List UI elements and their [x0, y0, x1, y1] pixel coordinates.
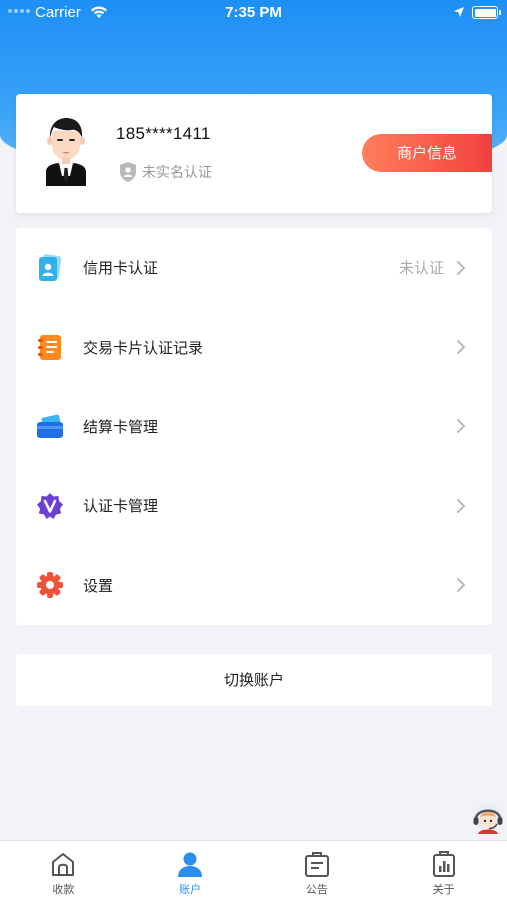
wallet-card-icon: [37, 415, 63, 439]
account-menu: 信用卡认证 未认证 交易卡片认证记录 结算卡管理 认证卡管理 设置: [16, 228, 492, 625]
avatar: [46, 118, 86, 186]
menu-item-card-records[interactable]: 交易卡片认证记录: [16, 307, 492, 386]
tab-account[interactable]: 账户: [127, 841, 254, 900]
tab-receive[interactable]: 收款: [0, 841, 127, 900]
chevron-right-icon: [457, 498, 466, 513]
phone-number: 185****1411: [116, 124, 211, 143]
menu-item-settings[interactable]: 设置: [16, 546, 492, 625]
tab-label: 关于: [432, 883, 455, 896]
tab-label: 公告: [305, 883, 328, 896]
menu-item-label: 结算卡管理: [83, 417, 159, 436]
tab-bar: 收款 账户 公告 关于: [0, 840, 507, 900]
battery-icon: [472, 6, 501, 19]
switch-account-button[interactable]: 切换账户: [16, 654, 492, 706]
tab-about[interactable]: 关于: [380, 841, 507, 900]
chevron-right-icon: [457, 419, 466, 434]
menu-item-label: 认证卡管理: [83, 497, 159, 516]
menu-item-credit-card-verify[interactable]: 信用卡认证 未认证: [16, 228, 492, 307]
notice-icon: [304, 852, 329, 877]
tab-notice[interactable]: 公告: [254, 841, 381, 900]
verified-v-badge-icon: [37, 492, 63, 519]
tab-label: 账户: [179, 883, 202, 896]
gear-icon: [37, 572, 63, 599]
menu-item-label: 信用卡认证: [83, 259, 159, 278]
customer-service-icon[interactable]: [470, 800, 506, 836]
menu-item-value: 未认证: [398, 259, 444, 278]
home-icon: [52, 853, 75, 876]
verification-status: 未实名认证: [118, 161, 212, 183]
chevron-right-icon: [457, 340, 466, 355]
merchant-info-button[interactable]: 商户信息: [362, 134, 492, 172]
profile-card: 185****1411 未实名认证 商户信息: [16, 94, 492, 213]
status-bar: Carrier 7:35 PM: [0, 0, 507, 28]
user-icon: [178, 852, 203, 877]
tab-label: 收款: [52, 883, 75, 896]
location-arrow-icon: [454, 7, 464, 17]
menu-item-label: 交易卡片认证记录: [83, 338, 204, 357]
about-chart-icon: [432, 851, 455, 877]
menu-item-settlement-card[interactable]: 结算卡管理: [16, 387, 492, 466]
menu-item-label: 设置: [83, 576, 114, 595]
clock: 7:35 PM: [225, 4, 282, 21]
chevron-right-icon: [457, 578, 466, 593]
verify-status-text: 未实名认证: [142, 165, 212, 181]
record-book-icon: [38, 335, 61, 361]
chevron-right-icon: [457, 260, 466, 275]
credit-card-id-icon: [39, 253, 62, 281]
shield-icon: [120, 162, 136, 182]
menu-item-verified-cards[interactable]: 认证卡管理: [16, 466, 492, 545]
